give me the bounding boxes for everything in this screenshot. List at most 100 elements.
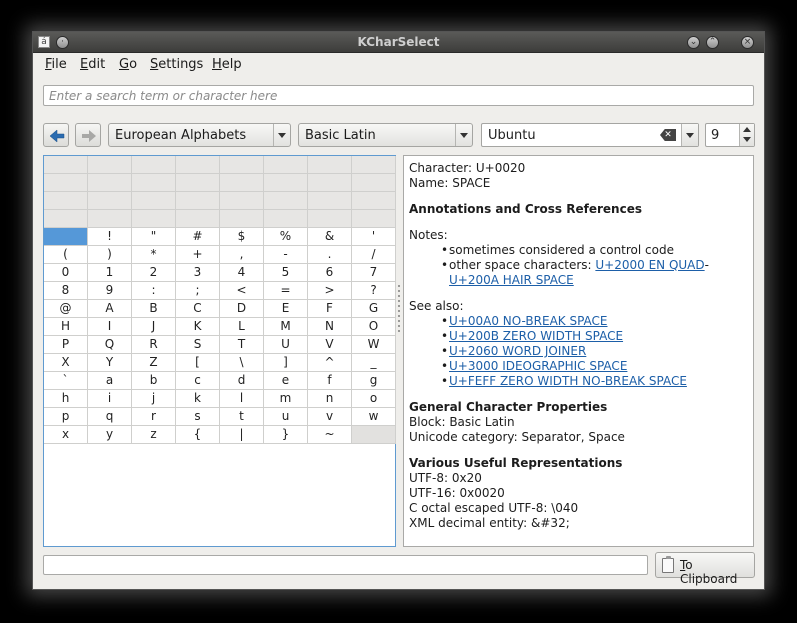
- char-cell[interactable]: o: [352, 390, 396, 408]
- menu-help[interactable]: Help: [212, 57, 242, 72]
- char-cell[interactable]: ;: [176, 282, 220, 300]
- back-button[interactable]: [43, 123, 69, 147]
- char-cell[interactable]: &: [308, 228, 352, 246]
- char-cell[interactable]: :: [132, 282, 176, 300]
- char-cell[interactable]: a: [88, 372, 132, 390]
- to-clipboard-button[interactable]: To Clipboard: [655, 552, 755, 586]
- char-cell[interactable]: X: [44, 354, 88, 372]
- clipboard-input[interactable]: [43, 555, 648, 575]
- char-cell[interactable]: t: [220, 408, 264, 426]
- char-cell[interactable]: ': [352, 228, 396, 246]
- section-select[interactable]: European Alphabets: [108, 123, 291, 147]
- char-cell[interactable]: w: [352, 408, 396, 426]
- char-cell[interactable]: \: [220, 354, 264, 372]
- chevron-down-icon[interactable]: [681, 124, 698, 146]
- char-cell[interactable]: 6: [308, 264, 352, 282]
- link-word-joiner[interactable]: U+2060 WORD JOINER: [449, 344, 586, 358]
- char-cell[interactable]: C: [176, 300, 220, 318]
- link-en-quad[interactable]: U+2000 EN QUAD: [595, 258, 704, 272]
- char-cell[interactable]: A: [88, 300, 132, 318]
- char-cell[interactable]: L: [220, 318, 264, 336]
- menu-go[interactable]: Go: [119, 57, 137, 72]
- char-cell[interactable]: v: [308, 408, 352, 426]
- char-cell[interactable]: h: [44, 390, 88, 408]
- char-cell[interactable]: ": [132, 228, 176, 246]
- char-cell[interactable]: D: [220, 300, 264, 318]
- font-select[interactable]: Ubuntu ✕: [481, 123, 699, 147]
- char-cell[interactable]: ,: [220, 246, 264, 264]
- char-cell[interactable]: F: [308, 300, 352, 318]
- spin-buttons[interactable]: [739, 124, 754, 146]
- char-cell[interactable]: ]: [264, 354, 308, 372]
- menu-file[interactable]: File: [45, 57, 67, 72]
- char-cell[interactable]: ~: [308, 426, 352, 444]
- char-cell[interactable]: S: [176, 336, 220, 354]
- char-cell[interactable]: 0: [44, 264, 88, 282]
- char-cell[interactable]: 8: [44, 282, 88, 300]
- char-cell[interactable]: *: [132, 246, 176, 264]
- menu-edit[interactable]: Edit: [80, 57, 105, 72]
- char-cell[interactable]: #: [176, 228, 220, 246]
- char-cell[interactable]: M: [264, 318, 308, 336]
- char-cell[interactable]: G: [352, 300, 396, 318]
- char-cell[interactable]: [: [176, 354, 220, 372]
- char-cell[interactable]: 3: [176, 264, 220, 282]
- char-cell[interactable]: P: [44, 336, 88, 354]
- minimize-icon[interactable]: ⌄: [687, 36, 700, 49]
- forward-button[interactable]: [75, 123, 101, 147]
- char-cell[interactable]: R: [132, 336, 176, 354]
- char-cell[interactable]: u: [264, 408, 308, 426]
- char-cell[interactable]: H: [44, 318, 88, 336]
- char-cell[interactable]: m: [264, 390, 308, 408]
- title-bar[interactable]: á · KCharSelect ⌄ ⌃ ×: [33, 32, 764, 53]
- link-zero-width-no-break-space[interactable]: U+FEFF ZERO WIDTH NO-BREAK SPACE: [449, 374, 687, 388]
- char-cell[interactable]: b: [132, 372, 176, 390]
- char-cell[interactable]: +: [176, 246, 220, 264]
- char-cell[interactable]: 9: [88, 282, 132, 300]
- link-hair-space[interactable]: U+200A HAIR SPACE: [449, 273, 574, 287]
- font-size-spinbox[interactable]: 9: [705, 123, 755, 147]
- char-cell[interactable]: r: [132, 408, 176, 426]
- char-cell[interactable]: e: [264, 372, 308, 390]
- char-cell[interactable]: U: [264, 336, 308, 354]
- char-cell[interactable]: y: [88, 426, 132, 444]
- char-cell[interactable]: =: [264, 282, 308, 300]
- char-cell[interactable]: c: [176, 372, 220, 390]
- close-icon[interactable]: ×: [741, 36, 754, 49]
- char-cell[interactable]: N: [308, 318, 352, 336]
- char-cell[interactable]: T: [220, 336, 264, 354]
- char-cell[interactable]: `: [44, 372, 88, 390]
- char-cell[interactable]: ?: [352, 282, 396, 300]
- char-cell[interactable]: p: [44, 408, 88, 426]
- splitter-handle[interactable]: [398, 282, 401, 362]
- link-zero-width-space[interactable]: U+200B ZERO WIDTH SPACE: [449, 329, 623, 343]
- clear-icon[interactable]: ✕: [660, 129, 676, 141]
- char-cell[interactable]: ^: [308, 354, 352, 372]
- char-cell[interactable]: <: [220, 282, 264, 300]
- menu-settings[interactable]: Settings: [150, 57, 203, 72]
- char-cell[interactable]: E: [264, 300, 308, 318]
- char-cell[interactable]: _: [352, 354, 396, 372]
- char-cell[interactable]: -: [264, 246, 308, 264]
- char-cell[interactable]: J: [132, 318, 176, 336]
- char-cell[interactable]: }: [264, 426, 308, 444]
- char-cell[interactable]: ): [88, 246, 132, 264]
- char-cell[interactable]: %: [264, 228, 308, 246]
- char-cell[interactable]: .: [308, 246, 352, 264]
- link-no-break-space[interactable]: U+00A0 NO-BREAK SPACE: [449, 314, 608, 328]
- char-cell[interactable]: k: [176, 390, 220, 408]
- spin-down-icon[interactable]: [743, 137, 751, 142]
- char-cell[interactable]: 7: [352, 264, 396, 282]
- block-select[interactable]: Basic Latin: [298, 123, 473, 147]
- char-cell[interactable]: W: [352, 336, 396, 354]
- char-cell[interactable]: f: [308, 372, 352, 390]
- char-cell[interactable]: {: [176, 426, 220, 444]
- char-cell[interactable]: j: [132, 390, 176, 408]
- char-cell[interactable]: q: [88, 408, 132, 426]
- char-cell[interactable]: I: [88, 318, 132, 336]
- char-cell[interactable]: O: [352, 318, 396, 336]
- char-cell[interactable]: @: [44, 300, 88, 318]
- char-cell[interactable]: i: [88, 390, 132, 408]
- char-cell[interactable]: g: [352, 372, 396, 390]
- char-cell[interactable]: (: [44, 246, 88, 264]
